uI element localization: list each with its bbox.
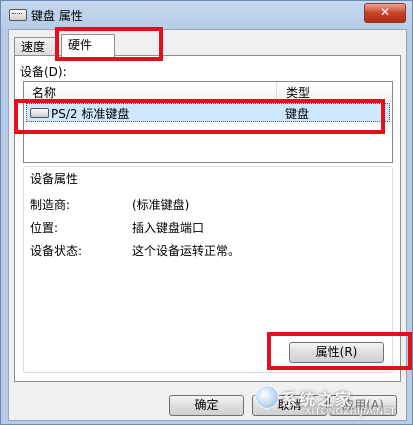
- keyboard-icon: [9, 9, 27, 21]
- dialog-client: 速度 硬件 设备(D): 名称 类型 PS/2 标准键盘 键盘 设备属性 制造商: [8, 29, 407, 421]
- column-name[interactable]: 名称: [32, 84, 56, 101]
- column-type[interactable]: 类型: [286, 84, 310, 101]
- watermark-logo-icon: [255, 385, 279, 409]
- devices-label: 设备(D):: [20, 65, 67, 79]
- device-list[interactable]: 名称 类型 PS/2 标准键盘 键盘: [23, 81, 393, 163]
- tab-hardware[interactable]: 硬件: [61, 34, 115, 57]
- device-row[interactable]: PS/2 标准键盘 键盘: [26, 103, 390, 122]
- title-bar[interactable]: 键盘 属性 ✕: [1, 1, 412, 29]
- manufacturer-value: (标准键盘): [132, 198, 190, 212]
- tab-speed[interactable]: 速度: [14, 37, 56, 56]
- keyboard-icon: [30, 108, 49, 118]
- location-label: 位置:: [30, 221, 59, 235]
- column-separator[interactable]: [276, 82, 277, 101]
- device-properties-title: 设备属性: [30, 172, 79, 186]
- device-status-label: 设备状态:: [30, 244, 83, 258]
- watermark: 系统之家 XITONGZHIJIA.NET: [253, 379, 411, 423]
- close-button[interactable]: ✕: [364, 3, 406, 23]
- device-status-value: 这个设备运转正常。: [132, 244, 241, 258]
- device-list-header: 名称 类型: [24, 82, 392, 102]
- hardware-panel: 设备(D): 名称 类型 PS/2 标准键盘 键盘 设备属性 制造商: (标准键…: [14, 55, 401, 382]
- properties-button[interactable]: 属性(R): [289, 342, 384, 363]
- watermark-url: XITONGZHIJIA.NET: [305, 407, 396, 417]
- ok-button[interactable]: 确定: [169, 395, 244, 416]
- keyboard-properties-window: 键盘 属性 ✕ 速度 硬件 设备(D): 名称 类型 PS/2 标准键盘 键盘: [0, 0, 413, 425]
- window-title: 键盘 属性: [31, 9, 83, 23]
- device-type: 键盘: [285, 107, 310, 121]
- manufacturer-label: 制造商:: [30, 198, 71, 212]
- device-name: PS/2 标准键盘: [51, 107, 130, 121]
- location-value: 插入键盘端口: [132, 221, 205, 235]
